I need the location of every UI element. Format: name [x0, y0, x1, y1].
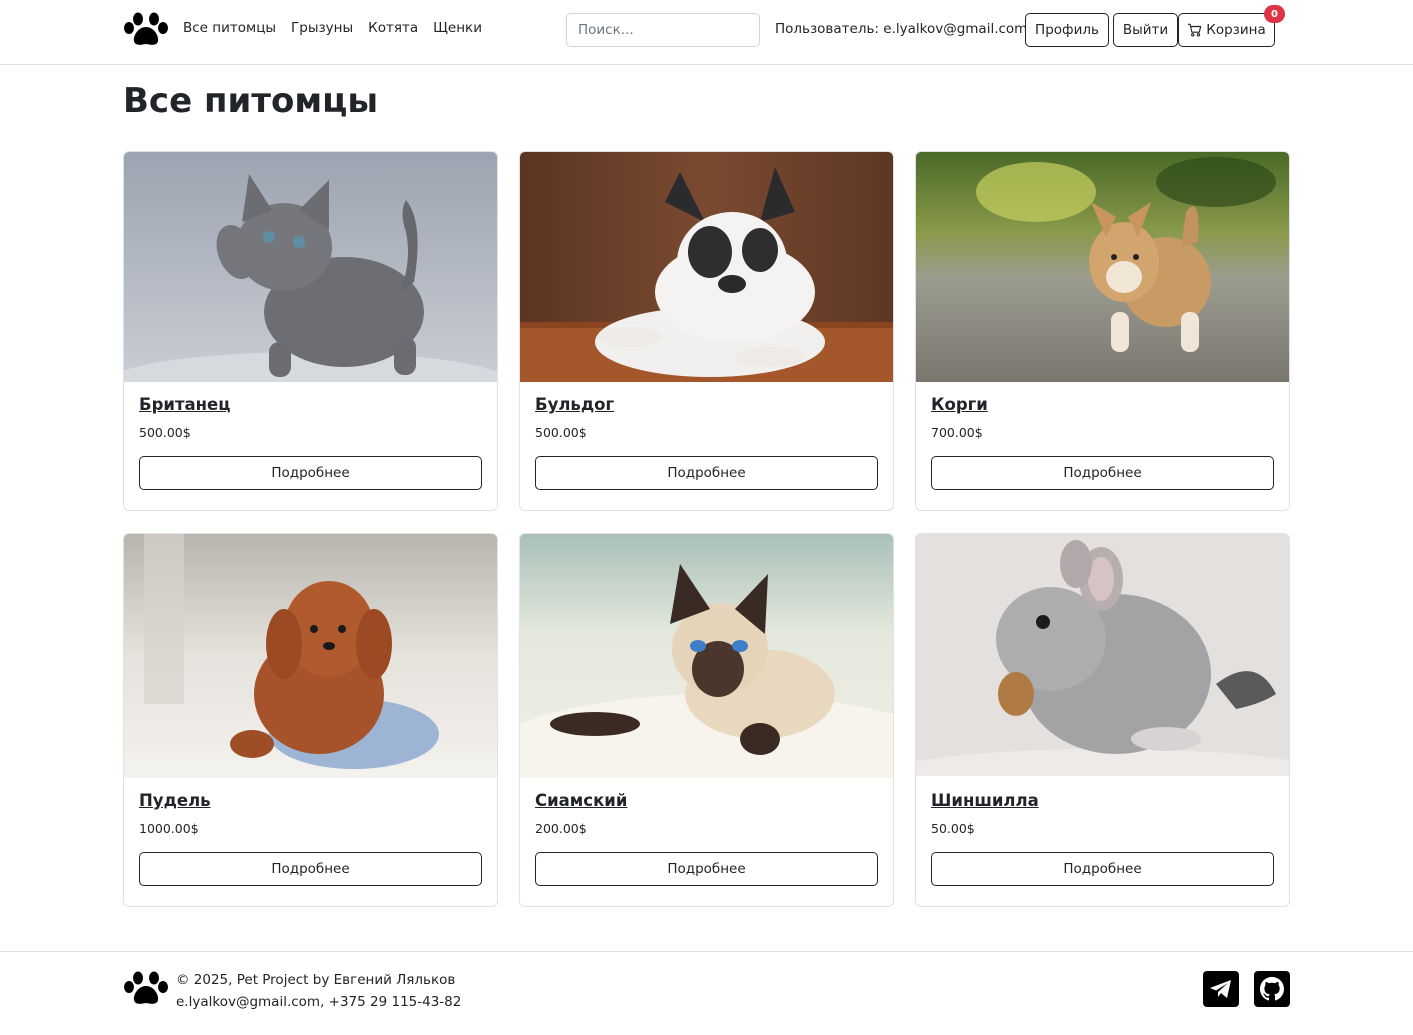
profile-button-label: Профиль [1035, 22, 1099, 38]
user-label: Пользователь: e.lyalkov@gmail.com [775, 21, 1028, 37]
main-nav: Все питомцы Грызуны Котята Щенки [183, 20, 482, 36]
cart-button-label: Корзина [1206, 22, 1266, 38]
pet-card: Бульдог 500.00$ Подробнее [519, 151, 894, 511]
details-button[interactable]: Подробнее [931, 456, 1274, 490]
pet-card: Корги 700.00$ Подробнее [915, 151, 1290, 511]
pet-card: Пудель 1000.00$ Подробнее [123, 533, 498, 907]
nav-all-pets[interactable]: Все питомцы [183, 20, 276, 36]
search-input[interactable] [566, 13, 760, 47]
pet-card-title[interactable]: Корги [931, 395, 988, 414]
details-button[interactable]: Подробнее [139, 852, 482, 886]
pet-card: Британец 500.00$ Подробнее [123, 151, 498, 511]
chinchilla-photo[interactable] [916, 534, 1289, 776]
nav-kittens[interactable]: Котята [368, 20, 418, 36]
cart-button[interactable]: Корзина [1178, 13, 1275, 47]
nav-puppies[interactable]: Щенки [433, 20, 482, 36]
footer-info: © 2025, Pet Project by Евгений Ляльков e… [176, 969, 461, 1013]
pet-card-title[interactable]: Пудель [139, 791, 211, 810]
details-button[interactable]: Подробнее [931, 852, 1274, 886]
profile-button[interactable]: Профиль [1025, 13, 1109, 47]
cart-count-badge: 0 [1264, 5, 1285, 23]
pet-card-price: 1000.00$ [139, 821, 199, 836]
pet-card-price: 500.00$ [139, 425, 191, 440]
pet-card-title[interactable]: Сиамский [535, 791, 627, 810]
logout-button[interactable]: Выйти [1113, 13, 1178, 47]
page-title: Все питомцы [123, 81, 379, 121]
github-icon [1260, 977, 1284, 1001]
details-button[interactable]: Подробнее [535, 852, 878, 886]
details-button[interactable]: Подробнее [535, 456, 878, 490]
paw-icon [124, 971, 168, 1004]
pet-card: Шиншилла 50.00$ Подробнее [915, 533, 1290, 907]
paw-icon[interactable] [123, 12, 169, 48]
telegram-icon [1210, 980, 1231, 998]
gray-kitten-photo[interactable] [124, 152, 497, 382]
pet-card-price: 200.00$ [535, 821, 587, 836]
cart-icon [1188, 23, 1202, 37]
poodle-puppy-photo[interactable] [124, 534, 497, 778]
footer-copyright: © 2025, Pet Project by Евгений Ляльков [176, 972, 456, 988]
pet-card-title[interactable]: Шиншилла [931, 791, 1039, 810]
pet-card-price: 700.00$ [931, 425, 983, 440]
logout-button-label: Выйти [1122, 22, 1169, 38]
pet-card-price: 500.00$ [535, 425, 587, 440]
footer: © 2025, Pet Project by Евгений Ляльков e… [0, 951, 1413, 1035]
pet-card: Сиамский 200.00$ Подробнее [519, 533, 894, 907]
telegram-link[interactable] [1203, 971, 1239, 1007]
footer-contact: e.lyalkov@gmail.com, +375 29 115-43-82 [176, 994, 462, 1010]
siamese-kitten-photo[interactable] [520, 534, 893, 778]
github-link[interactable] [1254, 971, 1290, 1007]
pet-card-price: 50.00$ [931, 821, 975, 836]
french-bulldog-photo[interactable] [520, 152, 893, 382]
corgi-puppy-photo[interactable] [916, 152, 1289, 382]
pet-card-title[interactable]: Британец [139, 395, 230, 414]
nav-rodents[interactable]: Грызуны [291, 20, 353, 36]
pet-card-title[interactable]: Бульдог [535, 395, 614, 414]
header: Все питомцы Грызуны Котята Щенки Пользов… [0, 0, 1413, 65]
details-button[interactable]: Подробнее [139, 456, 482, 490]
